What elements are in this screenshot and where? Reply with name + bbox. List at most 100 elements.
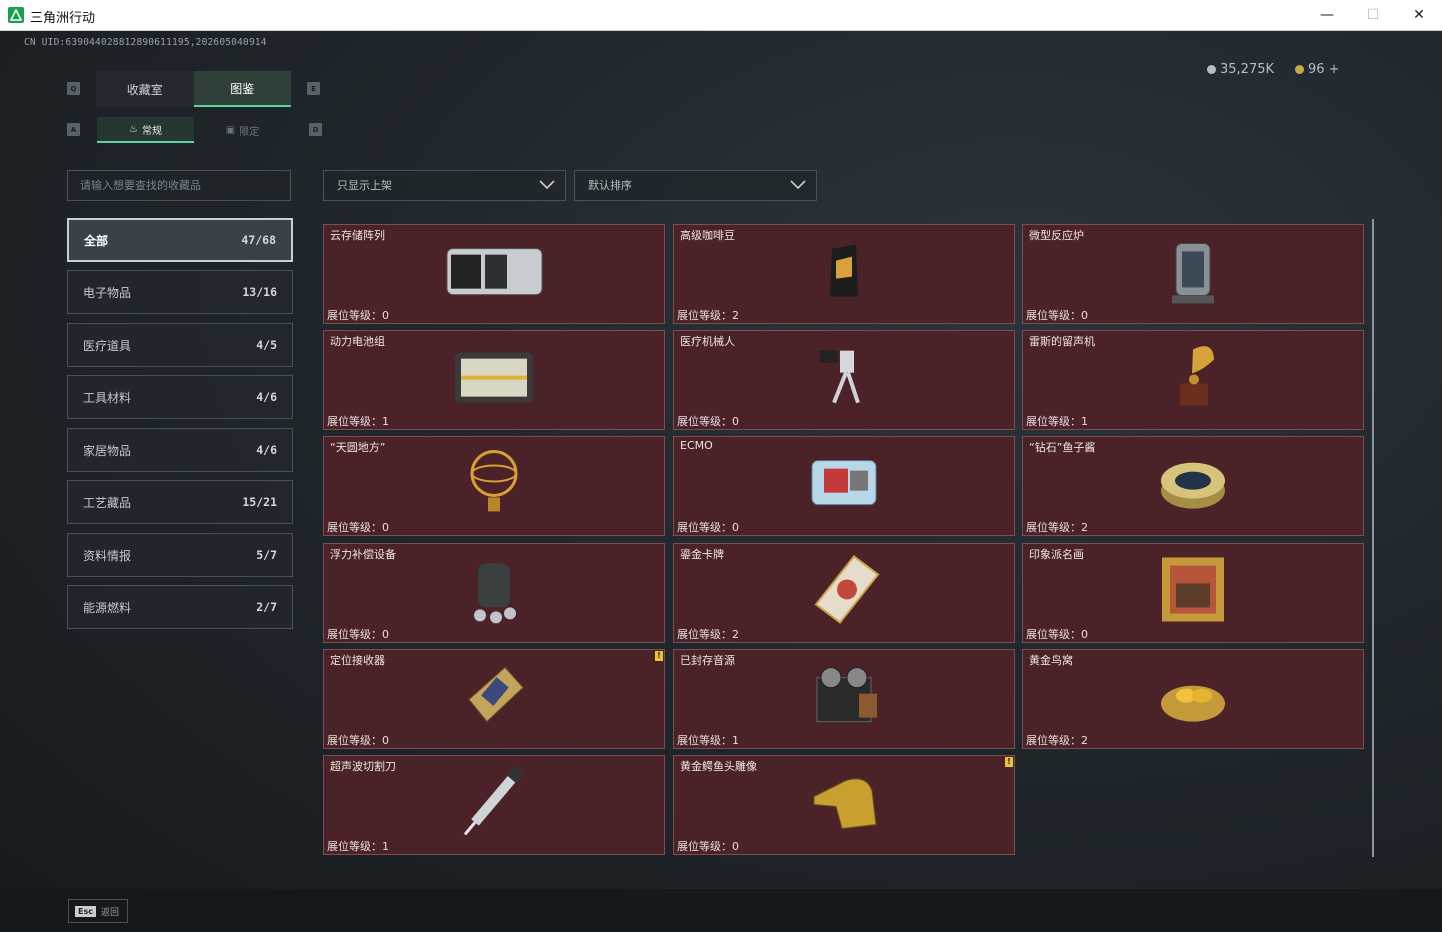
tab-collection-room[interactable]: 收藏室 [96,71,194,107]
framed-painting-icon [1158,553,1228,629]
category-item[interactable]: 家居物品 4/6 [67,428,293,472]
silver-coin-icon [1207,65,1216,74]
gold-currency[interactable]: 96 + [1295,62,1340,77]
item-name: 印象派名画 [1029,548,1084,561]
collection-card[interactable]: 印象派名画展位等级：0 [1022,543,1364,643]
subtab-limited[interactable]: ▣ 限定 [194,117,291,143]
collection-card[interactable]: 鎏金卡牌 展位等级：2 [673,543,1015,643]
search-input[interactable]: 请输入想要查找的收藏品 [67,170,291,201]
category-label: 工具材料 [83,390,132,405]
category-item[interactable]: 医疗道具 4/5 [67,323,293,367]
collection-card[interactable]: “钻石”鱼子酱 展位等级：2 [1022,436,1364,536]
booth-level: 展位等级：0 [327,519,389,535]
booth-level: 展位等级：0 [677,519,739,535]
booth-level-label: 展位等级： [1026,309,1081,322]
ultrasonic-cutter-icon [459,764,529,842]
collection-card[interactable]: 云存储阵列展位等级：0 [323,224,665,324]
collection-card[interactable]: ECMO 展位等级：0 [673,436,1015,536]
booth-level-label: 展位等级： [1026,628,1081,641]
subtab-regular[interactable]: ♨ 常规 [97,117,194,143]
collection-card[interactable]: 黄金鳄鱼头雕像 展位等级：0! [673,755,1015,855]
display-filter-select[interactable]: 只显示上架 [323,170,566,201]
item-name: 云存储阵列 [330,229,385,242]
sort-select[interactable]: 默认排序 [574,170,817,201]
booth-level-value: 0 [732,415,739,428]
booth-level-label: 展位等级： [327,840,382,853]
footer-bar: Esc 返回 [0,889,1442,932]
booth-level: 展位等级：0 [677,413,739,429]
category-label: 能源燃料 [83,600,132,615]
reactor-icon [1166,233,1220,311]
category-item[interactable]: 全部 47/68 [67,218,293,262]
item-name: 浮力补偿设备 [330,548,396,561]
collection-card[interactable]: 动力电池组 展位等级：1 [323,330,665,430]
booth-level-value: 2 [732,628,739,641]
server-array-icon [439,239,549,307]
back-button[interactable]: Esc 返回 [68,899,128,923]
ecmo-machine-icon [804,451,884,519]
booth-level-label: 展位等级： [327,309,382,322]
booth-level-value: 2 [1081,521,1088,534]
booth-level: 展位等级：1 [327,413,389,429]
game-viewport: CN UID:639044028812890611195,20260504091… [0,31,1442,932]
booth-level-value: 1 [382,840,389,853]
booth-level-value: 2 [732,309,739,322]
collection-card[interactable]: 黄金鸟窝 展位等级：2 [1022,649,1364,749]
item-name: 超声波切割刀 [330,760,396,773]
booth-level: 展位等级：0 [677,838,739,854]
booth-level-value: 1 [732,734,739,747]
item-name: 高级咖啡豆 [680,229,735,242]
minimize-button[interactable]: — [1304,0,1350,30]
subtab-regular-label: 常规 [141,125,162,137]
category-count: 4/6 [256,390,277,404]
booth-level-value: 0 [1081,628,1088,641]
collection-card[interactable]: 已封存音源展位等级：1 [673,649,1015,749]
category-label: 电子物品 [83,285,132,300]
collection-card[interactable]: “天圆地方” 展位等级：0 [323,436,665,536]
category-item[interactable]: 能源燃料 2/7 [67,585,293,629]
scrollbar[interactable] [1372,219,1374,857]
chevron-down-icon [790,180,806,190]
booth-level-value: 2 [1081,734,1088,747]
collection-card[interactable]: 高级咖啡豆展位等级：2 [673,224,1015,324]
buoyancy-device-icon [462,551,526,631]
booth-level: 展位等级：1 [1026,413,1088,429]
category-item[interactable]: 工具材料 4/6 [67,375,293,419]
category-label: 全部 [84,233,109,248]
category-item[interactable]: 资料情报 5/7 [67,533,293,577]
category-item[interactable]: 工艺藏品 15/21 [67,480,293,524]
item-name: ECMO [680,439,713,452]
window-title: 三角洲行动 [30,11,96,26]
booth-level-label: 展位等级： [327,521,382,534]
collection-card[interactable]: 定位接收器 展位等级：0! [323,649,665,749]
booth-level-value: 0 [382,521,389,534]
category-item[interactable]: 电子物品 13/16 [67,270,293,314]
booth-level: 展位等级：0 [327,307,389,323]
collection-card[interactable]: 超声波切割刀 展位等级：1 [323,755,665,855]
booth-level-label: 展位等级： [677,309,732,322]
category-count: 4/6 [256,443,277,457]
flame-icon: ♨ [129,123,138,135]
tab-catalog[interactable]: 图鉴 [193,71,291,107]
booth-level-label: 展位等级： [327,628,382,641]
collection-card[interactable]: 医疗机械人 展位等级：0 [673,330,1015,430]
booth-level-label: 展位等级： [677,734,732,747]
booth-level-value: 0 [382,734,389,747]
booth-level-value: 0 [732,840,739,853]
category-label: 医疗道具 [83,338,132,353]
booth-level-value: 0 [382,628,389,641]
collection-card[interactable]: 雷斯的留声机 展位等级：1 [1022,330,1364,430]
booth-level-label: 展位等级： [327,415,382,428]
collection-card[interactable]: 微型反应炉 展位等级：0 [1022,224,1364,324]
reel-recorder-icon [807,664,881,732]
golden-croc-head-icon [806,767,882,841]
key-hint-a: A [67,123,80,136]
maximize-button[interactable]: ☐ [1350,0,1396,30]
item-name: 已封存音源 [680,654,735,667]
collection-card[interactable]: 浮力补偿设备 展位等级：0 [323,543,665,643]
booth-level: 展位等级：2 [1026,732,1088,748]
category-label: 工艺藏品 [83,495,132,510]
close-button[interactable]: ✕ [1396,0,1442,30]
booth-level-label: 展位等级： [677,521,732,534]
uid-label: CN UID:639044028812890611195,20260504091… [24,37,267,48]
